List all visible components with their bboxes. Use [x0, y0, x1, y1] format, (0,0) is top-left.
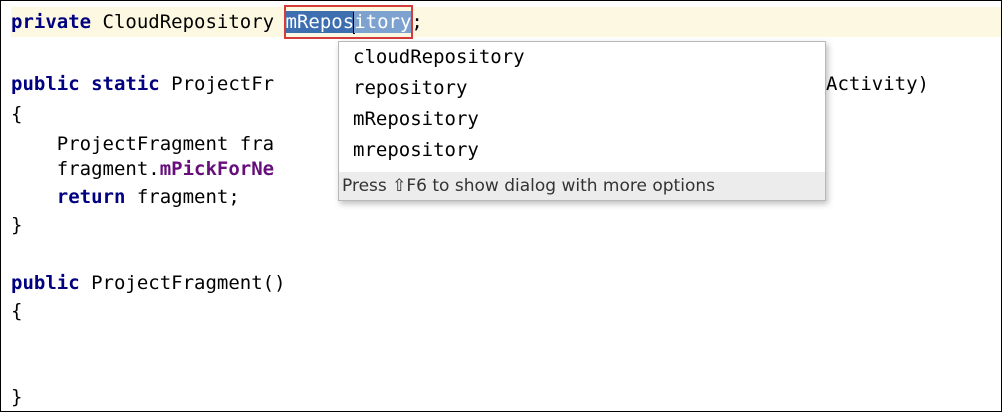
field-reference: mPickForNe — [159, 158, 275, 180]
code-text-right: Activity) — [826, 73, 929, 95]
code-line-open-brace-2: { — [11, 300, 23, 322]
selected-text: mRepos — [285, 11, 355, 33]
code-text: ProjectFr — [159, 73, 275, 95]
ide-window: private CloudRepository mRepository; pub… — [0, 0, 1002, 412]
code-line-close-brace-2: } — [11, 386, 23, 408]
selected-text-tail: itory — [354, 11, 412, 33]
code-line-field-declaration: private CloudRepository mRepository; — [11, 5, 1001, 39]
suggestion-item[interactable]: repository — [339, 73, 825, 104]
type-name: CloudRepository — [91, 11, 286, 33]
keyword-private: private — [11, 11, 92, 33]
keyword-return: return — [56, 186, 126, 208]
semicolon: ; — [411, 11, 423, 33]
keyword-public-static: public static — [11, 73, 160, 95]
popup-hint: Press ⇧F6 to show dialog with more optio… — [339, 172, 825, 200]
code-line-close-brace: } — [11, 214, 23, 236]
code-text: fragment. — [11, 158, 160, 180]
keyword-public: public — [11, 272, 80, 294]
code-text: fragment; — [125, 186, 240, 208]
rename-field[interactable]: mRepository — [283, 5, 414, 39]
code-line-constructor: public ProjectFragment() — [11, 268, 1001, 298]
suggestion-item[interactable]: cloudRepository — [339, 42, 825, 73]
suggestion-item[interactable]: mRepository — [339, 104, 825, 135]
suggestion-item[interactable]: mrepository — [339, 135, 825, 166]
code-text: ProjectFragment() — [79, 272, 286, 294]
rename-suggestions-popup: cloudRepository repository mRepository m… — [338, 41, 826, 201]
